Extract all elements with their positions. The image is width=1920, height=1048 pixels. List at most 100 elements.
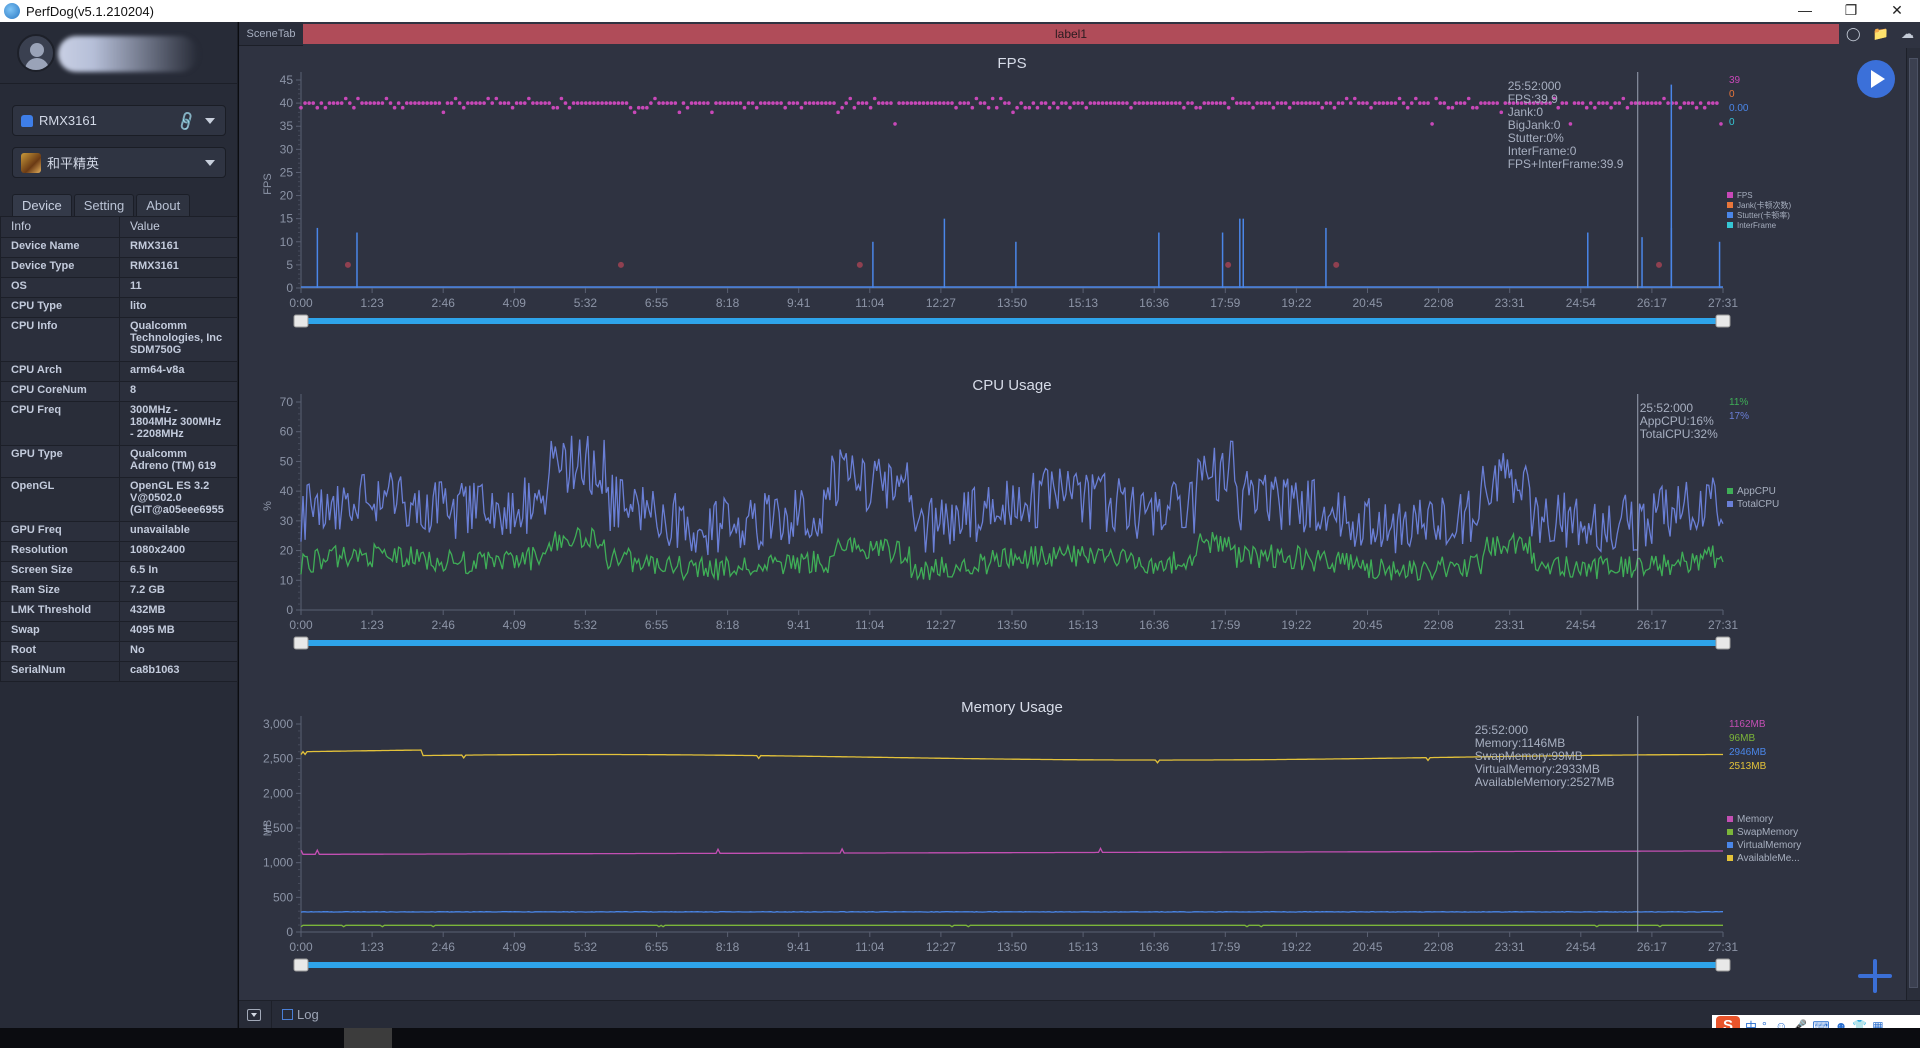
fps-point	[1108, 101, 1113, 105]
range-handle-right[interactable]	[1715, 636, 1731, 650]
fps-point	[1173, 101, 1178, 105]
taskbar-item[interactable]	[344, 1028, 392, 1048]
log-checkbox[interactable]	[282, 1009, 293, 1020]
fps-point	[1572, 101, 1577, 105]
info-key: GPU Type	[0, 445, 120, 478]
fps-point	[1275, 101, 1280, 105]
label-bar[interactable]: label1	[303, 24, 1839, 44]
minimize-icon[interactable]: —	[1782, 0, 1828, 22]
chevron-down-icon[interactable]	[205, 160, 215, 166]
legend-label[interactable]: FPS	[1737, 191, 1753, 200]
add-chart-button[interactable]	[1857, 958, 1893, 994]
table-row: CPU Arch arm64-v8a	[0, 361, 238, 382]
device-selector[interactable]: RMX3161 🔗	[12, 105, 226, 136]
fps-point	[1352, 96, 1357, 101]
current-value-0: 11%	[1729, 397, 1748, 408]
fps-point	[588, 101, 592, 105]
fps-point	[1633, 101, 1638, 105]
y-tick-label: 0	[286, 281, 293, 295]
location-icon[interactable]: ◯	[1846, 26, 1861, 42]
tab-about[interactable]: About	[136, 194, 191, 216]
time-range-slider[interactable]	[301, 318, 1723, 324]
x-tick-label: 0:00	[289, 618, 313, 632]
fps-point	[1426, 101, 1430, 105]
legend-label[interactable]: AvailableMe...	[1737, 853, 1800, 864]
legend-label[interactable]: AppCPU	[1737, 486, 1776, 497]
memory-chart[interactable]: Memory UsageMB05001,0001,5002,0002,5003,…	[239, 692, 1905, 1008]
legend-label[interactable]: Memory	[1737, 814, 1773, 825]
fps-point	[706, 101, 710, 105]
fps-point	[746, 101, 751, 105]
cpu-chart[interactable]: CPU Usage% 0 10 20 30 40 50 60 70 0:00 1:23 2:46 4:0…	[239, 370, 1905, 686]
legend-label[interactable]: SwapMemory	[1737, 827, 1798, 838]
link-icon[interactable]: 🔗	[174, 110, 198, 133]
cursor-tooltip-line: AppCPU:16%	[1640, 414, 1714, 428]
fps-point	[1007, 101, 1011, 105]
time-range-slider[interactable]	[301, 640, 1723, 646]
x-tick-label: 12:27	[926, 296, 956, 310]
x-tick-label: 19:22	[1281, 296, 1311, 310]
tab-setting[interactable]: Setting	[73, 194, 135, 216]
app-logo-icon	[4, 3, 20, 19]
fps-point	[1641, 101, 1646, 105]
fps-point	[392, 105, 397, 110]
x-tick-label: 26:17	[1637, 940, 1667, 954]
fps-point	[1328, 101, 1333, 105]
range-handle-left[interactable]	[293, 636, 309, 650]
x-tick-label: 4:09	[503, 940, 527, 954]
x-tick-label: 26:17	[1637, 296, 1667, 310]
cloud-icon[interactable]: ☁	[1901, 26, 1914, 42]
legend-label[interactable]: Jank(卡顿次数)	[1737, 200, 1792, 210]
x-tick-label: 5:32	[574, 940, 598, 954]
fps-point	[819, 101, 824, 105]
scene-tab[interactable]: SceneTab	[239, 22, 303, 46]
close-icon[interactable]: ✕	[1874, 0, 1920, 22]
range-handle-right[interactable]	[1715, 958, 1731, 972]
legend-label[interactable]: TotalCPU	[1737, 499, 1779, 510]
legend-swatch	[1727, 202, 1733, 208]
fps-chart[interactable]: FPS FPS 0 5 10 15 20 25 30 35 40 45 0:00 1:23 2:46 4:09…	[239, 48, 1905, 364]
info-key: CPU CoreNum	[0, 381, 120, 402]
fps-point	[852, 105, 857, 110]
chevron-down-icon[interactable]	[205, 118, 215, 124]
fps-point	[1271, 105, 1276, 110]
y-tick-label: 50	[280, 454, 294, 468]
vertical-scrollbar[interactable]	[1906, 48, 1920, 1000]
info-key: Screen Size	[0, 561, 120, 582]
fps-point	[1698, 101, 1703, 105]
fps-point	[466, 101, 470, 105]
fps-point	[1560, 101, 1565, 105]
time-range-slider[interactable]	[301, 962, 1723, 968]
fps-point	[946, 101, 950, 105]
legend-label[interactable]: InterFrame	[1737, 221, 1777, 230]
y-tick-label: 15	[280, 212, 294, 226]
fps-point	[1649, 101, 1654, 105]
fps-point	[986, 105, 991, 110]
table-row: CPU Info Qualcomm Technologies, Inc SDM75…	[0, 317, 238, 362]
fps-point	[783, 105, 787, 110]
range-handle-left[interactable]	[293, 958, 309, 972]
scrollbar-thumb[interactable]	[1909, 58, 1918, 988]
restore-icon[interactable]: ❐	[1828, 0, 1874, 22]
x-tick-label: 8:18	[716, 940, 740, 954]
avatar[interactable]	[17, 34, 55, 72]
fps-point	[730, 101, 735, 105]
cursor-tooltip-line: AvailableMemory:2527MB	[1475, 775, 1615, 789]
info-value: Qualcomm Technologies, Inc SDM750G	[119, 317, 238, 362]
x-tick-label: 5:32	[574, 618, 598, 632]
legend-label[interactable]: Stutter(卡顿率)	[1737, 210, 1790, 220]
y-tick-label: 30	[280, 142, 294, 156]
folder-icon[interactable]: 📁	[1873, 26, 1889, 42]
tab-device[interactable]: Device	[12, 194, 72, 216]
legend-label[interactable]: VirtualMemory	[1737, 840, 1801, 851]
collapse-button[interactable]	[247, 1008, 261, 1021]
range-handle-right[interactable]	[1715, 314, 1731, 328]
fps-point	[1015, 105, 1019, 110]
fps-point	[840, 105, 844, 110]
app-selector[interactable]: 和平精英	[12, 147, 226, 178]
fps-point	[1043, 101, 1048, 105]
chart-title: CPU Usage	[972, 377, 1051, 394]
fps-point	[1226, 105, 1231, 110]
play-button[interactable]	[1857, 60, 1895, 98]
range-handle-left[interactable]	[293, 314, 309, 328]
